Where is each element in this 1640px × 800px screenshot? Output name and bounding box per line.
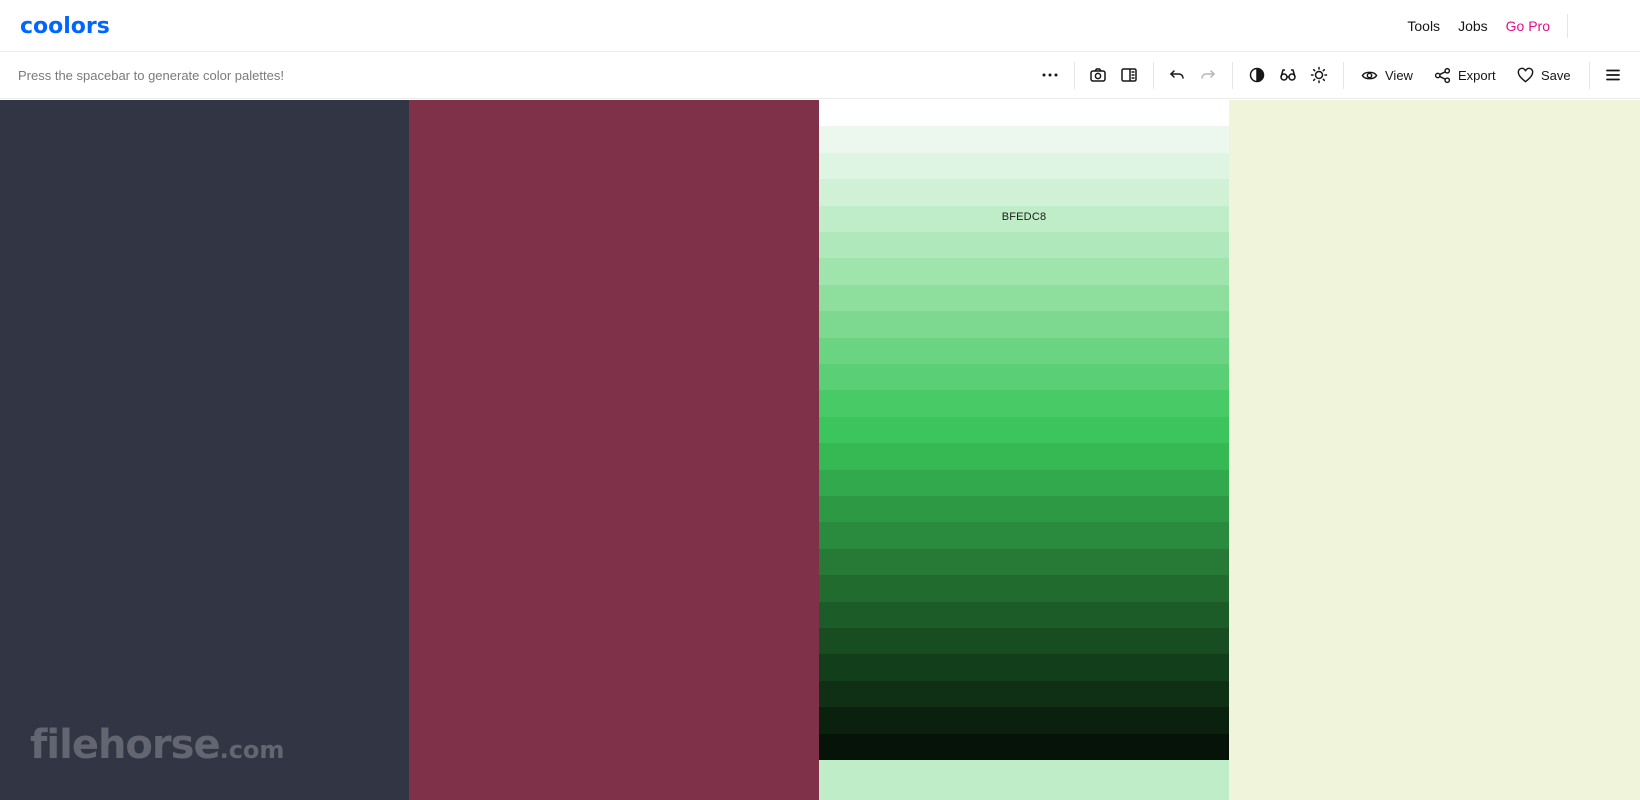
- logo-text: coolors: [20, 14, 110, 39]
- shade-swatch[interactable]: [819, 337, 1229, 365]
- shade-swatch[interactable]: [819, 733, 1229, 761]
- view-button[interactable]: View: [1361, 62, 1413, 89]
- toolbar-separator: [1589, 62, 1590, 89]
- watermark-main: filehorse: [30, 722, 221, 768]
- eye-icon: [1361, 71, 1378, 80]
- watermark-suffix: .com: [219, 736, 285, 764]
- shade-swatch[interactable]: [819, 654, 1229, 682]
- nav-link-jobs[interactable]: Jobs: [1458, 18, 1488, 34]
- shade-swatch[interactable]: [819, 469, 1229, 497]
- shade-swatch[interactable]: [819, 548, 1229, 576]
- menu-icon[interactable]: [1602, 64, 1624, 86]
- save-button[interactable]: Save: [1517, 62, 1571, 89]
- panel-icon[interactable]: [1118, 64, 1140, 86]
- top-navigation: coolors Tools Jobs Go Pro: [0, 0, 1640, 52]
- shade-swatch[interactable]: [819, 416, 1229, 444]
- undo-icon[interactable]: [1166, 64, 1188, 86]
- share-icon: [1434, 67, 1451, 84]
- shades-panel: BFEDC8: [819, 100, 1229, 761]
- shade-swatch[interactable]: [819, 522, 1229, 550]
- shade-swatch[interactable]: [819, 152, 1229, 180]
- nav-divider: [1567, 14, 1568, 38]
- shade-swatch[interactable]: [819, 601, 1229, 629]
- export-label: Export: [1458, 68, 1496, 83]
- shade-swatch[interactable]: [819, 575, 1229, 603]
- shade-swatch[interactable]: [819, 364, 1229, 391]
- palette: BFEDC8 filehorse .com: [0, 100, 1640, 800]
- camera-icon[interactable]: [1087, 64, 1109, 86]
- export-button[interactable]: Export: [1434, 62, 1496, 89]
- contrast-icon[interactable]: [1246, 64, 1268, 86]
- toolbar-separator: [1232, 62, 1233, 89]
- shade-swatch[interactable]: [819, 311, 1229, 339]
- shade-swatch[interactable]: [819, 284, 1229, 312]
- shade-swatch[interactable]: [819, 100, 1229, 127]
- nav-link-go-pro[interactable]: Go Pro: [1506, 18, 1550, 34]
- palette-color-2[interactable]: [409, 100, 819, 800]
- filehorse-watermark: filehorse .com: [30, 722, 284, 772]
- nav-links: Tools Jobs Go Pro: [1407, 0, 1550, 52]
- palette-color-4[interactable]: [1229, 100, 1640, 800]
- shade-swatch[interactable]: [819, 680, 1229, 708]
- shade-swatch[interactable]: [819, 126, 1229, 154]
- shade-swatch[interactable]: [819, 443, 1229, 471]
- shade-swatch[interactable]: [819, 390, 1229, 418]
- toolbar-separator: [1343, 62, 1344, 89]
- toolbar-separator: [1074, 62, 1075, 89]
- shade-swatch[interactable]: [819, 258, 1229, 286]
- shade-swatch[interactable]: [819, 628, 1229, 655]
- heart-icon: [1517, 67, 1534, 83]
- glasses-icon[interactable]: [1277, 64, 1299, 86]
- more-horizontal-icon[interactable]: [1039, 64, 1061, 86]
- coolors-logo[interactable]: coolors: [20, 13, 116, 39]
- palette-color-1[interactable]: [0, 100, 409, 800]
- toolbar: Press the spacebar to generate color pal…: [0, 52, 1640, 99]
- palette-color-3-bottom[interactable]: [819, 760, 1229, 800]
- shade-swatch[interactable]: [819, 707, 1229, 735]
- redo-icon[interactable]: [1197, 64, 1219, 86]
- sun-icon[interactable]: [1308, 64, 1330, 86]
- nav-link-tools[interactable]: Tools: [1407, 18, 1440, 34]
- save-label: Save: [1541, 68, 1571, 83]
- view-label: View: [1385, 68, 1413, 83]
- selected-shade-label: BFEDC8: [1001, 211, 1047, 223]
- shade-swatch[interactable]: [819, 232, 1229, 259]
- spacebar-hint: Press the spacebar to generate color pal…: [18, 68, 284, 83]
- shade-swatch[interactable]: [819, 179, 1229, 207]
- shade-swatch[interactable]: [819, 496, 1229, 523]
- toolbar-separator: [1153, 62, 1154, 89]
